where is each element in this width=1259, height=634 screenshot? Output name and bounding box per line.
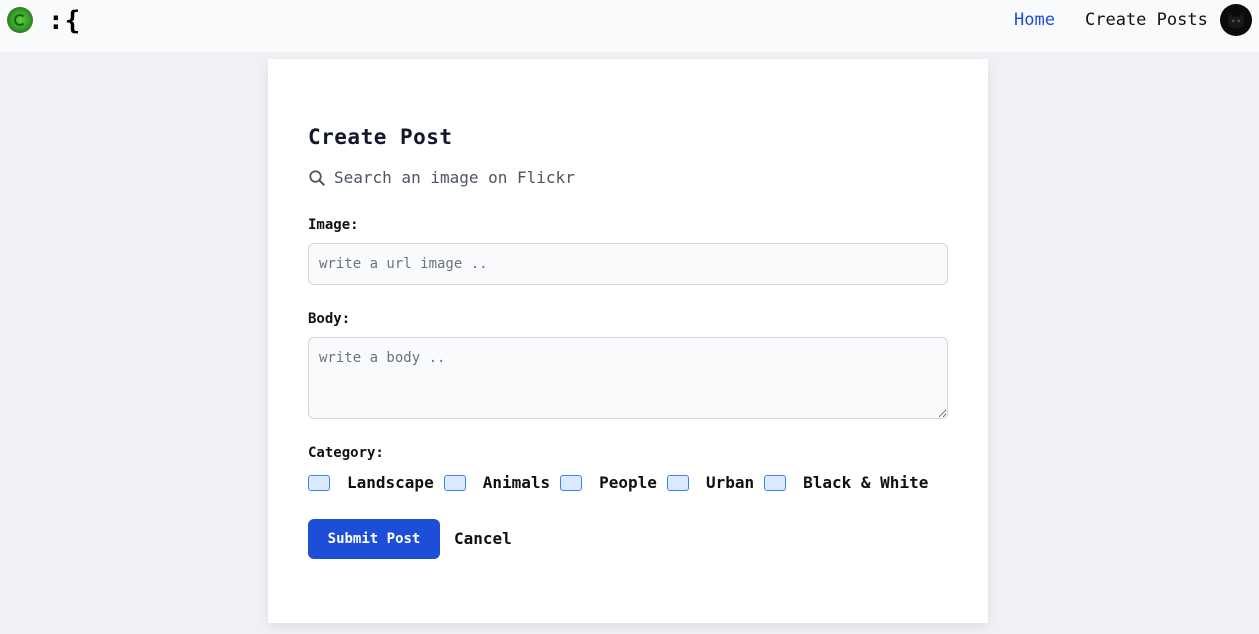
category-name: Landscape — [347, 473, 434, 492]
category-option-black-white: Black & White — [764, 473, 928, 492]
category-name: Urban — [705, 473, 755, 492]
nav-link-home[interactable]: Home — [1014, 10, 1055, 30]
logo-icon[interactable] — [7, 7, 33, 33]
category-name: Animals — [482, 473, 551, 492]
category-checkbox-black-white[interactable] — [764, 474, 787, 491]
brand-text[interactable]: :{ — [48, 6, 81, 36]
flickr-search-input[interactable] — [334, 168, 654, 187]
cancel-button[interactable]: Cancel — [454, 529, 512, 548]
category-option-landscape: Landscape — [308, 473, 434, 492]
category-option-urban: Urban — [666, 473, 755, 492]
image-label: Image: — [308, 217, 359, 233]
page-title: Create Post — [308, 125, 453, 149]
category-name: People — [599, 473, 657, 492]
category-checkbox-landscape[interactable] — [308, 474, 330, 491]
category-group: Landscape Animals People Urban Black & W… — [308, 473, 938, 492]
create-post-card: Create Post Image: Body: Category: Lands… — [268, 59, 988, 623]
category-name: Black & White — [803, 473, 929, 492]
search-icon — [309, 169, 325, 186]
category-checkbox-urban[interactable] — [666, 474, 689, 491]
cat-avatar-icon — [1228, 11, 1244, 29]
category-label: Category: — [308, 445, 384, 461]
top-navbar: :{ Home Create Posts — [0, 0, 1259, 52]
submit-post-button[interactable]: Submit Post — [308, 519, 440, 559]
flickr-search — [308, 168, 654, 187]
category-checkbox-animals[interactable] — [443, 474, 466, 491]
category-option-animals: Animals — [443, 473, 551, 492]
category-checkbox-people[interactable] — [560, 474, 583, 491]
category-option-people: People — [560, 473, 657, 492]
body-field[interactable] — [308, 337, 948, 419]
body-label: Body: — [308, 311, 351, 327]
image-url-field[interactable] — [308, 243, 948, 285]
avatar[interactable] — [1220, 4, 1252, 36]
nav-link-create-posts[interactable]: Create Posts — [1085, 10, 1208, 30]
